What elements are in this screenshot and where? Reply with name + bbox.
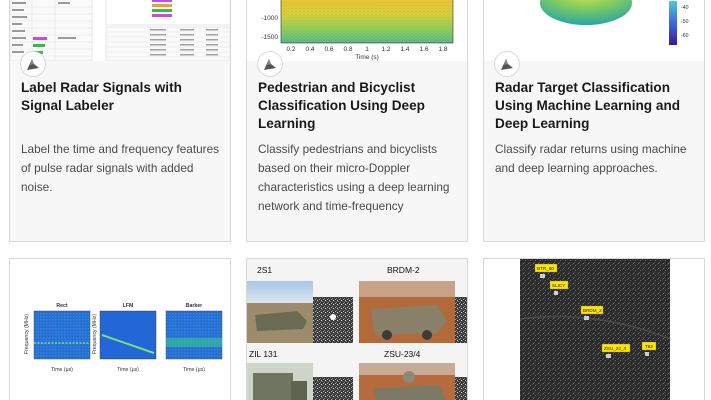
vehicle-label: BRDM-2 [387,265,420,275]
card-thumbnail-waveform-panels[interactable]: Rect LFM Barker Frequency (MHz) Frequenc… [10,259,230,400]
card-title[interactable]: Label Radar Signals with Signal Labeler [21,79,222,115]
radar-product-icon [264,59,276,70]
panel-title: Rect [56,303,68,309]
y-tick-label: -1500 [261,34,278,41]
x-axis-label: Time (μs) [117,367,139,373]
x-tick-label: 0.6 [324,46,333,53]
card-thumbnail-signal-labeler[interactable] [10,0,230,61]
card-thumbnail-micro-doppler[interactable]: -1000 -1500 0.2 0.4 0.6 0.8 1 1.2 1.4 1.… [247,0,467,61]
y-axis-label: Frequency (MHz) [24,314,30,354]
x-axis-label: Time (μs) [183,367,205,373]
x-tick-label: 1.6 [419,46,428,53]
example-card-waveform-classification[interactable]: Rect LFM Barker Frequency (MHz) Frequenc… [9,258,231,400]
example-card-sar-vehicle-classification[interactable]: 2S1 BRDM-2 ZIL 131 ZSU-23/4 [246,258,468,400]
vehicle-photo-grid: 2S1 BRDM-2 ZIL 131 ZSU-23/4 [247,259,467,400]
card-thumbnail-vehicle-photos[interactable]: 2S1 BRDM-2 ZIL 131 ZSU-23/4 [247,259,467,400]
x-axis-label: Time (s) [355,54,379,61]
target-label: ZSU_23_4 [604,346,626,351]
card-title[interactable]: Pedestrian and Bicyclist Classification … [258,79,459,133]
target-label: BRDM_2 [583,308,602,313]
colorbar-tick-label: -50 [681,19,689,25]
y-tick-label: -1000 [261,15,278,22]
waveform-time-frequency-panels: Rect LFM Barker Frequency (MHz) Frequenc… [10,259,230,400]
radar-product-icon [27,59,39,70]
card-thumbnail-sar-scene[interactable]: BTR_60 SLICY BRDM_2 ZSU_23_4 T62 [484,259,704,400]
x-tick-label: 0.2 [286,46,295,53]
card-thumbnail-rcs-plot[interactable]: -40 -50 -60 [484,0,704,61]
y-axis-label: Frequency (MHz) [92,314,98,354]
panel-title: Barker [186,303,202,309]
badge [257,51,283,77]
vehicle-label: ZIL 131 [249,349,278,359]
example-card-pedestrian-bicyclist[interactable]: -1000 -1500 0.2 0.4 0.6 0.8 1 1.2 1.4 1.… [246,0,468,242]
badge [20,51,46,77]
example-card-radar-target-classification[interactable]: -40 -50 -60 Radar Target Classification … [483,0,705,242]
card-description: Classify radar returns using machine and… [495,142,687,175]
x-tick-label: 1 [365,46,369,53]
x-tick-label: 1.4 [400,46,409,53]
x-axis-label: Time (μs) [51,367,73,373]
x-tick-label: 1.8 [438,46,447,53]
micro-doppler-spectrogram: -1000 -1500 0.2 0.4 0.6 0.8 1 1.2 1.4 1.… [247,0,467,61]
vehicle-label: ZSU-23/4 [384,349,421,359]
example-card-sar-target-detection[interactable]: BTR_60 SLICY BRDM_2 ZSU_23_4 T62 [483,258,705,400]
badge [494,51,520,77]
colorbar-tick-label: -60 [681,33,689,39]
sar-scene-with-targets: BTR_60 SLICY BRDM_2 ZSU_23_4 T62 [484,259,704,400]
signal-labeler-screenshot [10,0,230,61]
colorbar-tick-label: -40 [681,5,689,11]
example-card-label-radar-signals[interactable]: Label Radar Signals with Signal Labeler … [9,0,231,242]
target-label: SLICY [552,283,565,288]
x-tick-label: 1.2 [381,46,390,53]
card-title[interactable]: Radar Target Classification Using Machin… [495,79,696,133]
radar-product-icon [501,59,513,70]
target-label: T62 [645,344,653,349]
target-label: BTR_60 [537,266,554,271]
x-tick-label: 0.4 [305,46,314,53]
vehicle-label: 2S1 [257,265,272,275]
x-tick-label: 0.8 [343,46,352,53]
rcs-surface-plot: -40 -50 -60 [484,0,704,61]
card-description: Classify pedestrians and bicyclists base… [258,142,450,213]
panel-title: LFM [123,303,134,309]
card-description: Label the time and frequency features of… [21,142,220,194]
